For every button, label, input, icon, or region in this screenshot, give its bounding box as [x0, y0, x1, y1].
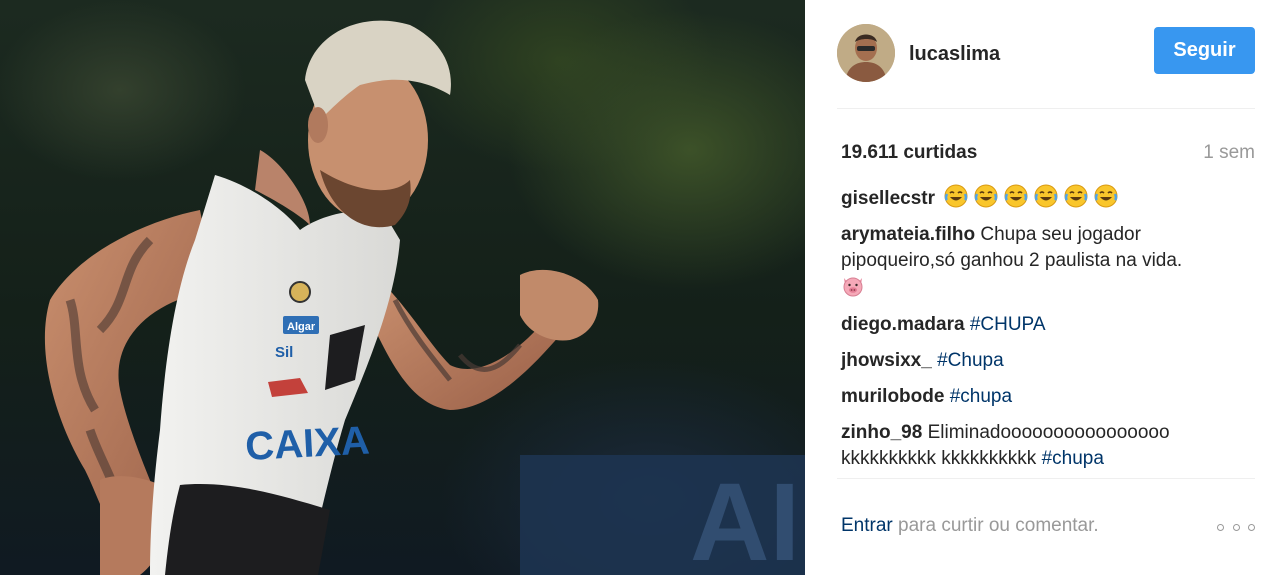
login-prompt: Entrar para curtir ou comentar.: [841, 515, 1255, 545]
dot: [1232, 523, 1240, 531]
comment-item: zinho_98 Eliminadoooooooooooooooo kkkkkk…: [841, 420, 1241, 472]
laugh-cry-emoji-icon: [1064, 184, 1088, 208]
comment-username[interactable]: gisellecstr: [841, 188, 935, 209]
post-side-panel: lucaslima Seguir 19.611 curtidas 1 sem g…: [805, 0, 1261, 575]
dot: [1217, 523, 1224, 531]
comment-item: murilobode #chupa: [841, 384, 1241, 410]
comment-hashtag[interactable]: #Chupa: [937, 350, 1004, 371]
post-meta: 19.611 curtidas 1 sem: [841, 142, 1255, 170]
follow-button[interactable]: Seguir: [1154, 27, 1255, 74]
comment-hashtag[interactable]: #chupa: [950, 386, 1012, 407]
svg-text:AI: AI: [690, 461, 800, 575]
laugh-cry-emoji-icon: [944, 184, 968, 208]
likes-count[interactable]: 19.611 curtidas: [841, 142, 977, 164]
comment-item: gisellecstr: [841, 184, 1241, 212]
more-options-icon[interactable]: [1217, 517, 1255, 537]
comments-divider: [837, 478, 1255, 479]
comment-hashtag[interactable]: #CHUPA: [970, 314, 1046, 335]
jersey-sponsor2-text: Sil: [275, 344, 293, 361]
comment-username[interactable]: zinho_98: [841, 422, 922, 443]
pig-face-emoji-icon: [843, 277, 863, 297]
comment-item: jhowsixx_ #Chupa: [841, 348, 1241, 374]
post-time[interactable]: 1 sem: [1203, 142, 1255, 164]
athlete-photo-illustration: AI Algar Sil CAIXA: [44, 20, 805, 575]
comment-list: gisellecstr arymateia.filho Chupa seu jo…: [841, 184, 1241, 482]
comment-item: diego.madara #CHUPA: [841, 312, 1241, 338]
post-header: lucaslima Seguir: [837, 20, 1255, 90]
laugh-cry-emoji-icon: [1034, 184, 1058, 208]
comment-username[interactable]: jhowsixx_: [841, 350, 932, 371]
dot: [1248, 523, 1255, 531]
comment-username[interactable]: diego.madara: [841, 314, 965, 335]
username-link[interactable]: lucaslima: [909, 43, 1000, 66]
jersey-sponsor-text: Algar: [287, 321, 316, 333]
comment-hashtag[interactable]: #chupa: [1042, 448, 1104, 469]
laugh-cry-emoji-icon: [974, 184, 998, 208]
avatar[interactable]: [837, 24, 895, 82]
jersey-brand-text: CAIXA: [244, 419, 371, 469]
header-divider: [837, 108, 1255, 109]
laugh-cry-emoji-icon: [1094, 184, 1118, 208]
instagram-post-embed: AI Algar Sil CAIXA lucaslima Seguir 19.6…: [0, 0, 1261, 575]
comment-item: arymateia.filho Chupa seu jogador pipoqu…: [841, 222, 1241, 302]
comment-username[interactable]: murilobode: [841, 386, 944, 407]
comment-username[interactable]: arymateia.filho: [841, 224, 975, 245]
login-prompt-text: para curtir ou comentar.: [898, 515, 1099, 536]
laugh-cry-emoji-icon: [1004, 184, 1028, 208]
login-link[interactable]: Entrar: [841, 515, 893, 536]
emoji-group: [944, 184, 1118, 208]
avatar-image: [837, 24, 895, 82]
post-photo[interactable]: AI Algar Sil CAIXA: [0, 0, 805, 575]
